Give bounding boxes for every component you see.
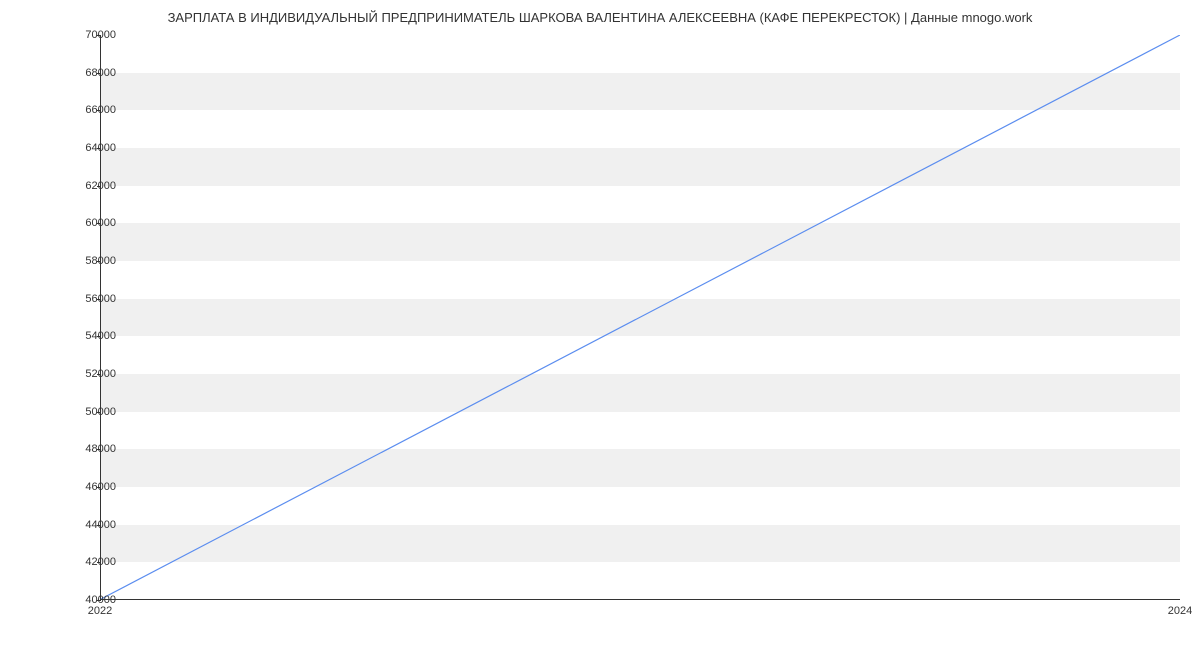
chart-title: ЗАРПЛАТА В ИНДИВИДУАЛЬНЫЙ ПРЕДПРИНИМАТЕЛ… <box>0 0 1200 25</box>
grid-band <box>101 73 1180 111</box>
y-tick-label: 66000 <box>66 104 116 116</box>
y-tick-label: 56000 <box>66 293 116 305</box>
y-tick-label: 52000 <box>66 368 116 380</box>
y-tick-label: 64000 <box>66 142 116 154</box>
grid-band <box>101 148 1180 186</box>
y-tick-label: 54000 <box>66 330 116 342</box>
x-tick-label: 2024 <box>1168 605 1192 617</box>
grid-band <box>101 449 1180 487</box>
y-tick-label: 50000 <box>66 406 116 418</box>
y-tick-label: 70000 <box>66 29 116 41</box>
y-tick-label: 58000 <box>66 255 116 267</box>
grid-band <box>101 525 1180 563</box>
grid-band <box>101 299 1180 337</box>
chart-plot-area <box>100 35 1180 600</box>
y-tick-label: 42000 <box>66 556 116 568</box>
grid-band <box>101 374 1180 412</box>
x-tick-label: 2022 <box>88 605 112 617</box>
y-tick-label: 48000 <box>66 443 116 455</box>
y-tick-label: 46000 <box>66 481 116 493</box>
y-tick-label: 62000 <box>66 180 116 192</box>
y-tick-label: 60000 <box>66 217 116 229</box>
y-tick-label: 44000 <box>66 519 116 531</box>
y-tick-label: 68000 <box>66 67 116 79</box>
grid-band <box>101 223 1180 261</box>
